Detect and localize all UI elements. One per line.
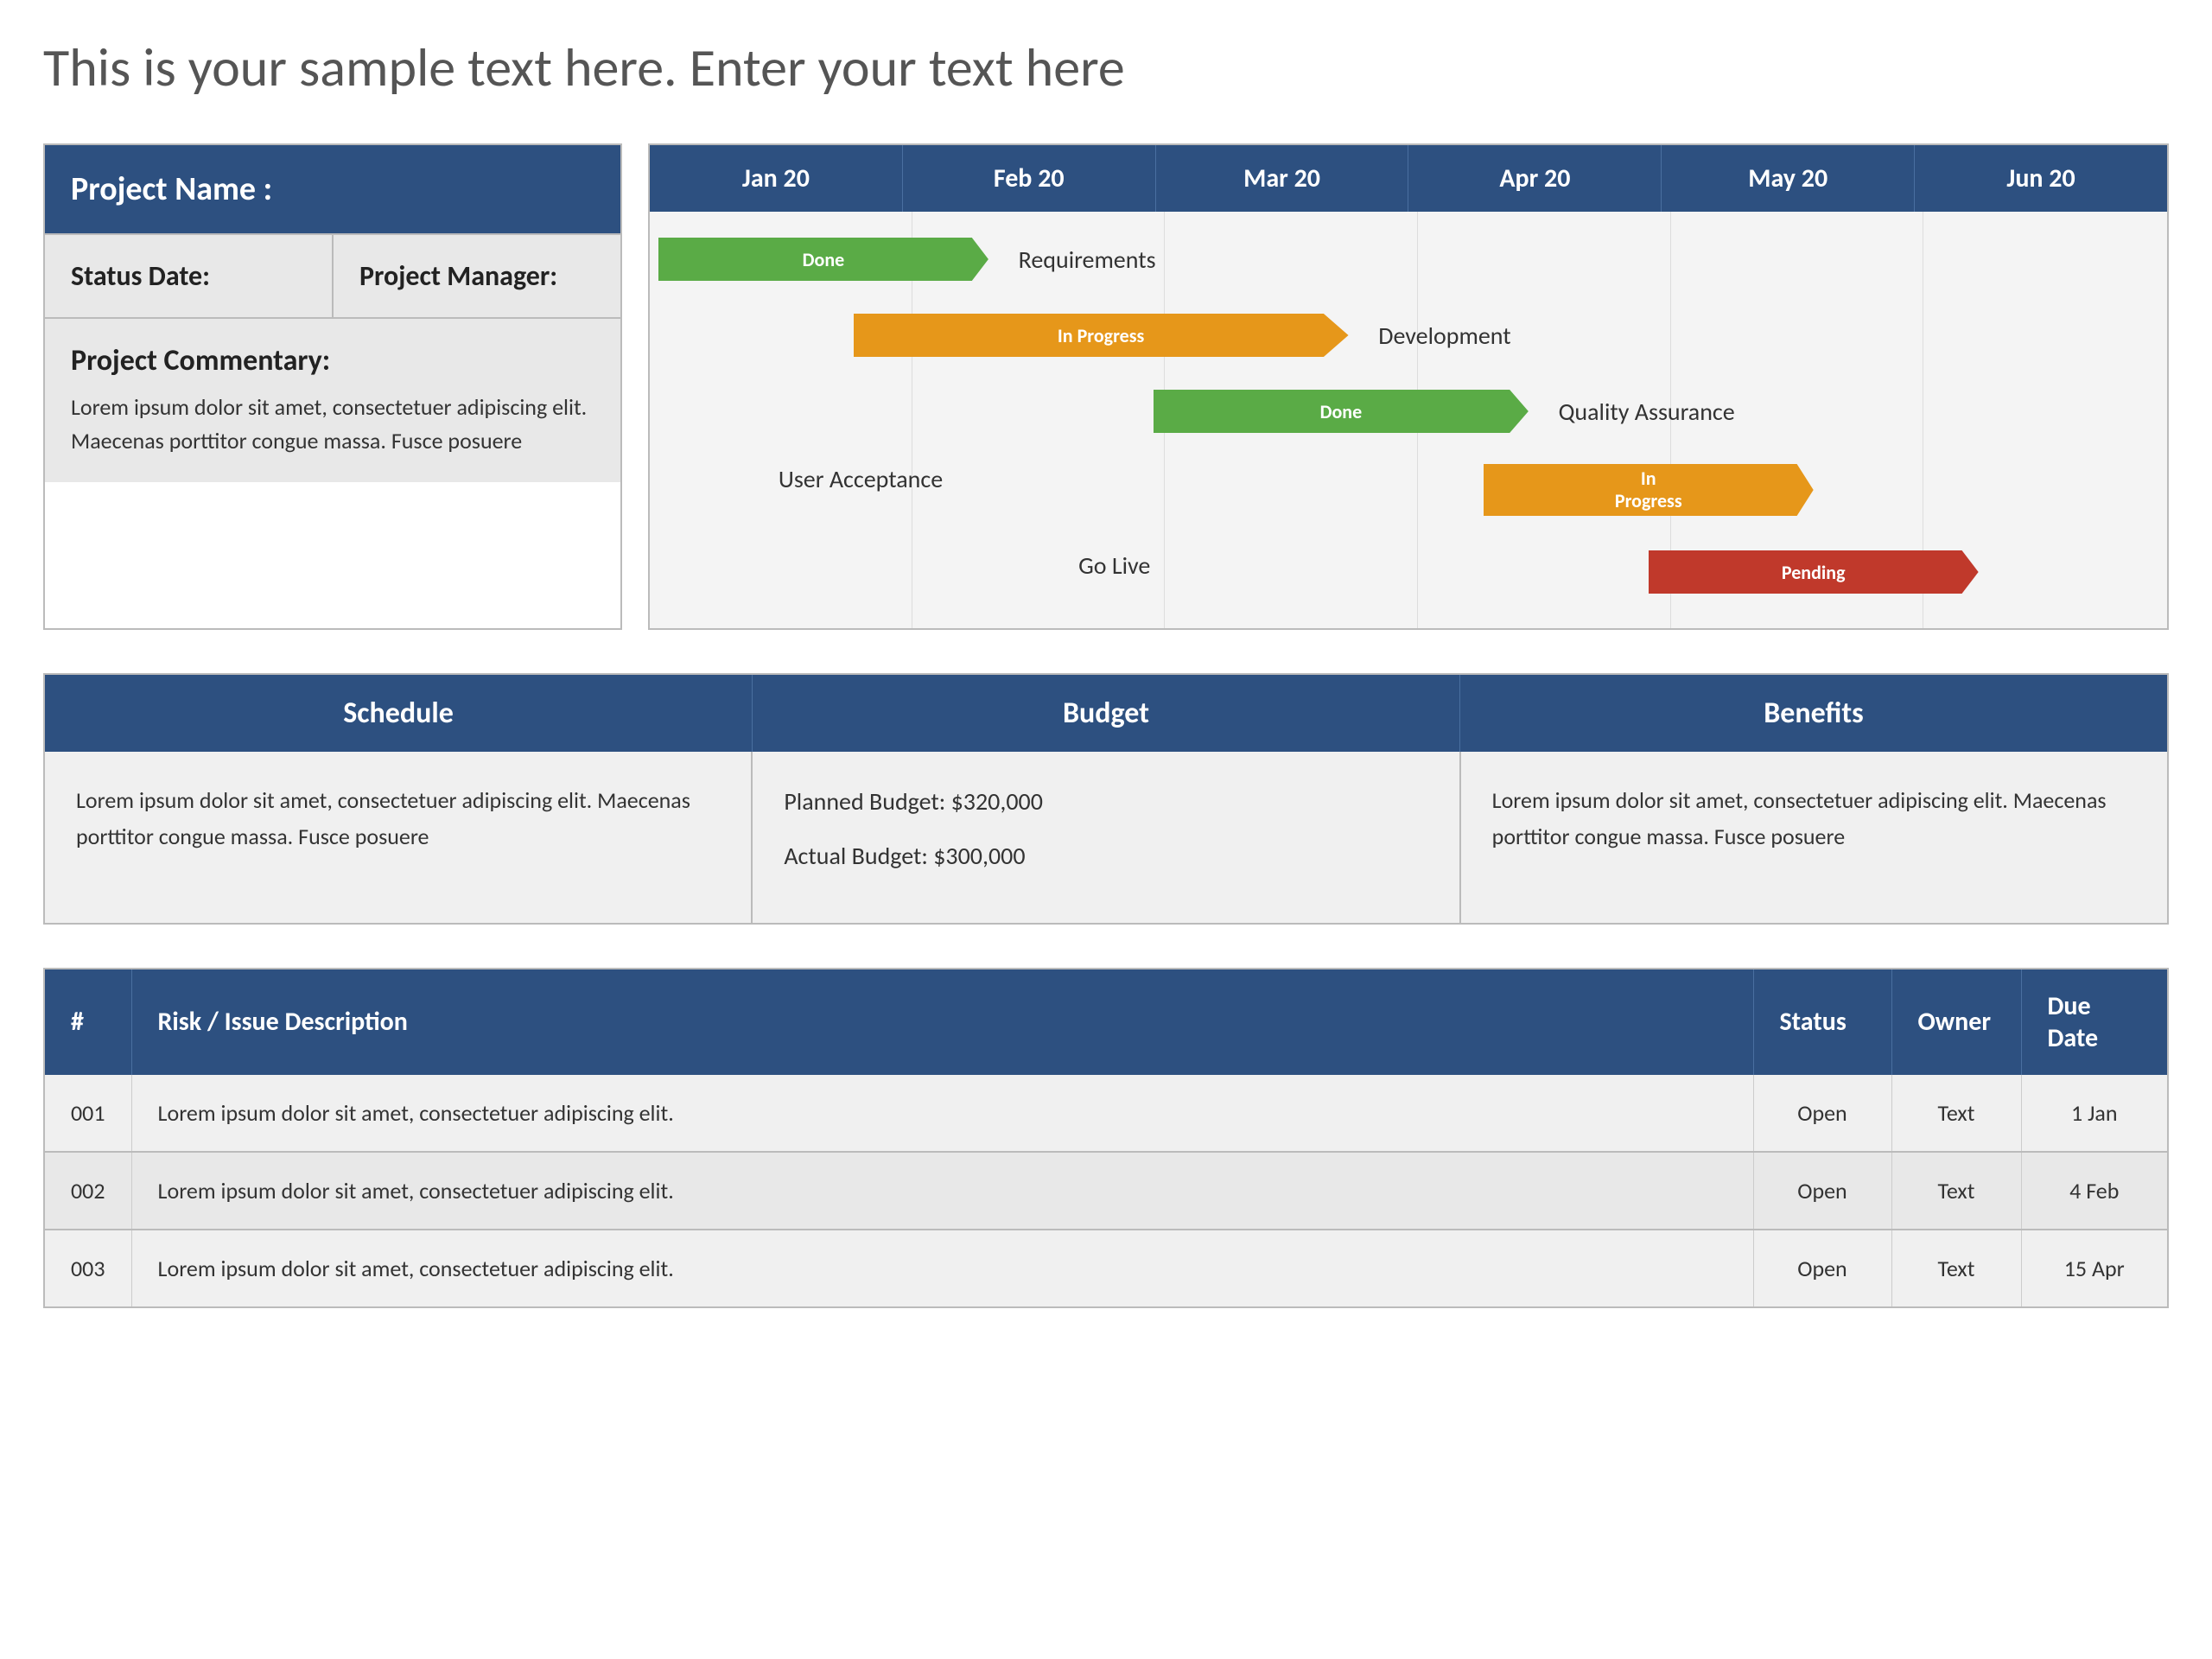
qa-label: Quality Assurance bbox=[1559, 397, 1735, 427]
risk-owner-2: Text bbox=[1891, 1230, 2021, 1307]
budget-cell: Planned Budget: $320,000 Actual Budget: … bbox=[753, 752, 1460, 923]
development-status: In Progress bbox=[1058, 324, 1144, 347]
risk-owner-1: Text bbox=[1891, 1152, 2021, 1230]
qa-status: Done bbox=[1320, 400, 1363, 423]
uat-label: User Acceptance bbox=[779, 464, 943, 494]
middle-body: Lorem ipsum dolor sit amet, consectetuer… bbox=[45, 752, 2167, 923]
th-owner: Owner bbox=[1891, 969, 2021, 1075]
gantt-row-qa: Done Quality Assurance bbox=[658, 381, 2158, 442]
commentary-title: Project Commentary: bbox=[71, 343, 594, 378]
risk-num-1: 002 bbox=[44, 1152, 131, 1230]
uat-status: InProgress bbox=[1615, 467, 1682, 513]
risk-status-2: Open bbox=[1753, 1230, 1891, 1307]
risk-duedate-2: 15 Apr bbox=[2021, 1230, 2168, 1307]
status-date-cell: Status Date: bbox=[45, 235, 334, 317]
golive-label: Go Live bbox=[1078, 550, 1150, 581]
commentary-text: Lorem ipsum dolor sit amet, consectetuer… bbox=[71, 391, 594, 458]
qa-arrow: Done bbox=[1154, 390, 1529, 433]
development-arrow: In Progress bbox=[854, 314, 1349, 357]
risk-description-1: Lorem ipsum dolor sit amet, consectetuer… bbox=[131, 1152, 1753, 1230]
risk-table-header-row: # Risk / Issue Description Status Owner … bbox=[44, 969, 2168, 1075]
planned-budget: Planned Budget: $320,000 bbox=[784, 783, 1427, 822]
gantt-row-uat: User Acceptance InProgress bbox=[658, 457, 2158, 526]
development-label: Development bbox=[1378, 321, 1510, 351]
risk-description-0: Lorem ipsum dolor sit amet, consectetuer… bbox=[131, 1075, 1753, 1152]
uat-arrow: InProgress bbox=[1484, 464, 1814, 516]
gantt-month-5: May 20 bbox=[1662, 145, 1915, 212]
th-duedate: Due Date bbox=[2021, 969, 2168, 1075]
middle-header: Schedule Budget Benefits bbox=[45, 675, 2167, 752]
risk-table-row: 002 Lorem ipsum dolor sit amet, consecte… bbox=[44, 1152, 2168, 1230]
risk-num-0: 001 bbox=[44, 1075, 131, 1152]
th-num: # bbox=[44, 969, 131, 1075]
status-manager-row: Status Date: Project Manager: bbox=[45, 233, 620, 317]
th-status: Status bbox=[1753, 969, 1891, 1075]
actual-budget: Actual Budget: $300,000 bbox=[784, 837, 1427, 876]
gantt-month-1: Jan 20 bbox=[650, 145, 903, 212]
project-manager-label: Project Manager: bbox=[359, 259, 557, 293]
benefits-text: Lorem ipsum dolor sit amet, consectetuer… bbox=[1492, 786, 2107, 850]
page-title: This is your sample text here. Enter you… bbox=[43, 35, 2169, 100]
budget-header: Budget bbox=[753, 675, 1460, 752]
requirements-status: Done bbox=[803, 248, 845, 271]
golive-arrow: Pending bbox=[1649, 550, 1979, 594]
risk-table-row: 003 Lorem ipsum dolor sit amet, consecte… bbox=[44, 1230, 2168, 1307]
schedule-text: Lorem ipsum dolor sit amet, consectetuer… bbox=[76, 786, 690, 850]
gantt-month-3: Mar 20 bbox=[1156, 145, 1409, 212]
gantt-header: Jan 20 Feb 20 Mar 20 Apr 20 May 20 Jun 2… bbox=[650, 145, 2167, 212]
commentary-row: Project Commentary: Lorem ipsum dolor si… bbox=[45, 317, 620, 482]
schedule-header: Schedule bbox=[45, 675, 753, 752]
middle-section: Schedule Budget Benefits Lorem ipsum dol… bbox=[43, 673, 2169, 925]
gantt-row-golive: Go Live Pending bbox=[658, 542, 2158, 602]
gantt-row-development: In Progress Development bbox=[658, 305, 2158, 365]
th-description: Risk / Issue Description bbox=[131, 969, 1753, 1075]
top-section: Project Name : Status Date: Project Mana… bbox=[43, 143, 2169, 630]
project-name-row: Project Name : bbox=[45, 145, 620, 233]
benefits-cell: Lorem ipsum dolor sit amet, consectetuer… bbox=[1461, 752, 2167, 923]
requirements-arrow: Done bbox=[658, 238, 988, 281]
risk-status-1: Open bbox=[1753, 1152, 1891, 1230]
risk-status-0: Open bbox=[1753, 1075, 1891, 1152]
status-date-label: Status Date: bbox=[71, 259, 210, 293]
risk-owner-0: Text bbox=[1891, 1075, 2021, 1152]
gantt-month-2: Feb 20 bbox=[903, 145, 1156, 212]
left-panel: Project Name : Status Date: Project Mana… bbox=[43, 143, 622, 630]
risk-table-body: 001 Lorem ipsum dolor sit amet, consecte… bbox=[44, 1075, 2168, 1307]
requirements-label: Requirements bbox=[1019, 245, 1156, 275]
gantt-chart: Jan 20 Feb 20 Mar 20 Apr 20 May 20 Jun 2… bbox=[648, 143, 2169, 630]
golive-status: Pending bbox=[1782, 561, 1846, 584]
risk-duedate-1: 4 Feb bbox=[2021, 1152, 2168, 1230]
gantt-month-6: Jun 20 bbox=[1915, 145, 2167, 212]
gantt-row-requirements: Done Requirements bbox=[658, 229, 2158, 289]
project-name-label: Project Name : bbox=[71, 169, 272, 209]
project-manager-cell: Project Manager: bbox=[334, 235, 620, 317]
schedule-cell: Lorem ipsum dolor sit amet, consectetuer… bbox=[45, 752, 753, 923]
risk-description-2: Lorem ipsum dolor sit amet, consectetuer… bbox=[131, 1230, 1753, 1307]
risk-table: # Risk / Issue Description Status Owner … bbox=[43, 968, 2169, 1308]
risk-table-row: 001 Lorem ipsum dolor sit amet, consecte… bbox=[44, 1075, 2168, 1152]
risk-duedate-0: 1 Jan bbox=[2021, 1075, 2168, 1152]
risk-num-2: 003 bbox=[44, 1230, 131, 1307]
gantt-month-4: Apr 20 bbox=[1408, 145, 1662, 212]
benefits-header: Benefits bbox=[1460, 675, 2167, 752]
